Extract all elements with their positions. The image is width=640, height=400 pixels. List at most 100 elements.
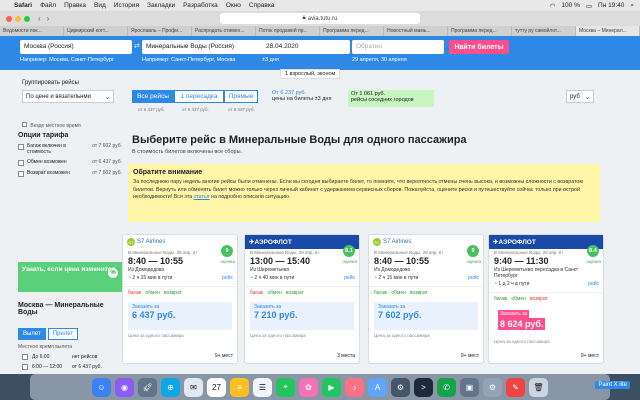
menu-app[interactable]: Safari bbox=[14, 2, 32, 9]
notes-icon[interactable]: ≡ bbox=[230, 377, 249, 397]
buy-button[interactable]: Заказать за 7 602 руб. bbox=[374, 302, 478, 330]
browser-tab[interactable]: Новостный мамь... bbox=[384, 26, 448, 36]
maps-icon[interactable]: ⌖ bbox=[276, 377, 295, 397]
music-icon[interactable]: ♪ bbox=[345, 377, 364, 397]
menu-develop[interactable]: Разработка bbox=[183, 2, 218, 9]
browser-tab[interactable]: Ярославль – Профи... bbox=[128, 26, 192, 36]
flight-card[interactable]: S7 S7 Airlines 9 оценка В Минеральные Вод… bbox=[368, 234, 484, 364]
zoom-window-button[interactable] bbox=[24, 15, 30, 22]
flight-card[interactable]: ✈ АЭРОФЛОТ 8.4 оценка В Минеральные Воды… bbox=[488, 234, 604, 364]
safari-icon[interactable]: ⊕ bbox=[161, 377, 180, 397]
price-alert-button[interactable]: Узнать, если цена изменится % bbox=[18, 262, 122, 292]
local-time-toggle[interactable]: Везде местное время bbox=[22, 122, 81, 129]
menu-help[interactable]: Справка bbox=[249, 2, 275, 9]
minimize-window-button[interactable] bbox=[15, 15, 21, 22]
finder-icon[interactable]: ☺ bbox=[92, 377, 111, 397]
trash-icon[interactable]: 🗑︎ bbox=[529, 377, 548, 397]
browser-tab-active[interactable]: Москва – Минерал... bbox=[576, 26, 640, 36]
buy-button[interactable]: Заказать за 8 624 руб. bbox=[494, 308, 598, 336]
menu-edit[interactable]: Правка bbox=[64, 2, 86, 9]
nearby-cities-banner[interactable]: От 1 061 руб. рейсы соседних городов bbox=[348, 90, 434, 107]
preview-icon[interactable]: ▣ bbox=[460, 377, 479, 397]
back-arrow-icon[interactable]: ‹ bbox=[38, 14, 41, 23]
mail-icon[interactable]: ✉ bbox=[184, 377, 203, 397]
close-window-button[interactable] bbox=[6, 15, 12, 22]
photos-icon[interactable]: ✿ bbox=[299, 377, 318, 397]
settings-icon[interactable]: ⚙ bbox=[391, 377, 410, 397]
browser-tab[interactable]: Ведомости пок... bbox=[0, 26, 64, 36]
flight-link[interactable]: рейс bbox=[222, 275, 233, 281]
option-label: Обмен возможен bbox=[27, 159, 67, 165]
battery-icon[interactable]: ▭ bbox=[586, 2, 592, 10]
menu-view[interactable]: Вид bbox=[94, 2, 106, 9]
launchpad-icon[interactable]: 🚀︎ bbox=[138, 377, 157, 397]
buy-button[interactable]: Заказать за 7 210 руб. bbox=[250, 302, 354, 330]
flight-link[interactable]: рейс bbox=[468, 275, 479, 281]
warning-link[interactable]: статья bbox=[194, 194, 210, 200]
seats-left: 3 места bbox=[337, 353, 355, 359]
menu-bookmarks[interactable]: Закладки bbox=[147, 2, 175, 9]
option-baggage[interactable]: Багаж включен в стоимость от 7 602 руб. bbox=[18, 143, 122, 155]
menu-window[interactable]: Окно bbox=[226, 2, 241, 9]
flex-dates-info[interactable]: От 6 237 руб. цены на билеты ±3 дня bbox=[272, 90, 331, 102]
passengers-select[interactable]: 1 взрослый, эконом bbox=[280, 69, 341, 79]
system-prefs-icon[interactable]: ⚙ bbox=[483, 377, 502, 397]
paint-app-icon[interactable]: ✎ bbox=[506, 377, 525, 397]
option-refund[interactable]: Возврат возможен от 7 602 руб. bbox=[18, 170, 122, 177]
clock-text[interactable]: Пн 19:40 bbox=[598, 2, 624, 9]
browser-tab[interactable]: Программа перед... bbox=[320, 26, 384, 36]
airport: Из Шереметьево bbox=[250, 267, 290, 273]
browser-tab[interactable]: тутту ру самойлот... bbox=[512, 26, 576, 36]
address-bar[interactable]: 🔒︎ avia.tutu.ru bbox=[220, 13, 420, 24]
checkbox[interactable] bbox=[22, 122, 27, 127]
whatsapp-icon[interactable]: ✆ bbox=[437, 377, 456, 397]
checkbox[interactable] bbox=[18, 171, 24, 177]
calendar-icon[interactable]: 27 bbox=[207, 377, 226, 397]
checkbox[interactable] bbox=[22, 354, 28, 360]
to-input[interactable]: Минеральные Воды (Россия) bbox=[142, 40, 266, 54]
flight-link[interactable]: рейс bbox=[588, 281, 599, 287]
browser-tab[interactable]: Циркирский котт... bbox=[64, 26, 128, 36]
option-price: от 7 602 руб. bbox=[92, 170, 122, 176]
seats-left: 9+ мест bbox=[460, 353, 479, 359]
swap-icon[interactable]: ⇄ bbox=[134, 42, 140, 50]
filter-direct[interactable]: Прямые bbox=[224, 90, 258, 103]
browser-tab[interactable]: Поток продажей пр... bbox=[256, 26, 320, 36]
flight-link[interactable]: рейс bbox=[344, 275, 355, 281]
airline-header: ✈ АЭРОФЛОТ bbox=[489, 235, 603, 249]
option-exchange[interactable]: Обмен возможен от 6 437 руб. bbox=[18, 159, 122, 166]
buy-button[interactable]: Заказать за 6 437 руб. bbox=[128, 302, 232, 330]
filter-one-transfer[interactable]: 1 пересадка bbox=[174, 90, 224, 103]
checkbox[interactable] bbox=[18, 160, 24, 166]
return-input[interactable]: Обратно bbox=[352, 40, 444, 54]
tab-departure[interactable]: Вылет bbox=[18, 328, 46, 340]
find-tickets-button[interactable]: Найти билеты bbox=[449, 40, 509, 54]
price: 7 210 руб. bbox=[254, 310, 298, 320]
from-input[interactable]: Москва (Россия) bbox=[20, 40, 132, 54]
menu-history[interactable]: История bbox=[114, 2, 139, 9]
date-input[interactable]: 28.04.2020 bbox=[262, 40, 350, 54]
sort-select[interactable]: По цене и вязательнми ⌄ bbox=[22, 90, 114, 103]
app-store-icon[interactable]: A bbox=[368, 377, 387, 397]
filter-all-flights[interactable]: Все рейсы bbox=[132, 90, 174, 103]
tab-arrival[interactable]: Прилет bbox=[47, 328, 79, 340]
date-hint[interactable]: ±3 дня bbox=[262, 57, 279, 63]
siri-icon[interactable]: ◉ bbox=[115, 377, 134, 397]
checkbox[interactable] bbox=[22, 364, 28, 370]
browser-tab[interactable]: Распродать отимен... bbox=[192, 26, 256, 36]
terminal-icon[interactable]: > bbox=[414, 377, 433, 397]
time-filter-row[interactable]: До 6:00 нет рейсов bbox=[22, 354, 97, 360]
search-icon[interactable]: ⌕ bbox=[630, 2, 634, 10]
flight-card[interactable]: ✈ АЭРОФЛОТ 8.1 оценка В Минеральные Воды… bbox=[244, 234, 360, 364]
flight-card[interactable]: S7 S7 Airlines 9 оценка В Минеральные Вод… bbox=[122, 234, 238, 364]
menu-file[interactable]: Файл bbox=[40, 2, 56, 9]
battery-text[interactable]: 100 % bbox=[561, 2, 579, 9]
facetime-icon[interactable]: ▶ bbox=[322, 377, 341, 397]
wifi-icon[interactable]: ◠ bbox=[550, 2, 556, 10]
checkbox[interactable] bbox=[18, 144, 24, 150]
browser-tab[interactable]: Программа перед... bbox=[448, 26, 512, 36]
time-filter-row[interactable]: 6:00 — 12:00 от 6 437 руб. bbox=[22, 364, 102, 370]
forward-arrow-icon[interactable]: › bbox=[47, 14, 50, 23]
reminders-icon[interactable]: ☰ bbox=[253, 377, 272, 397]
currency-select[interactable]: руб ⌄ bbox=[566, 90, 594, 103]
